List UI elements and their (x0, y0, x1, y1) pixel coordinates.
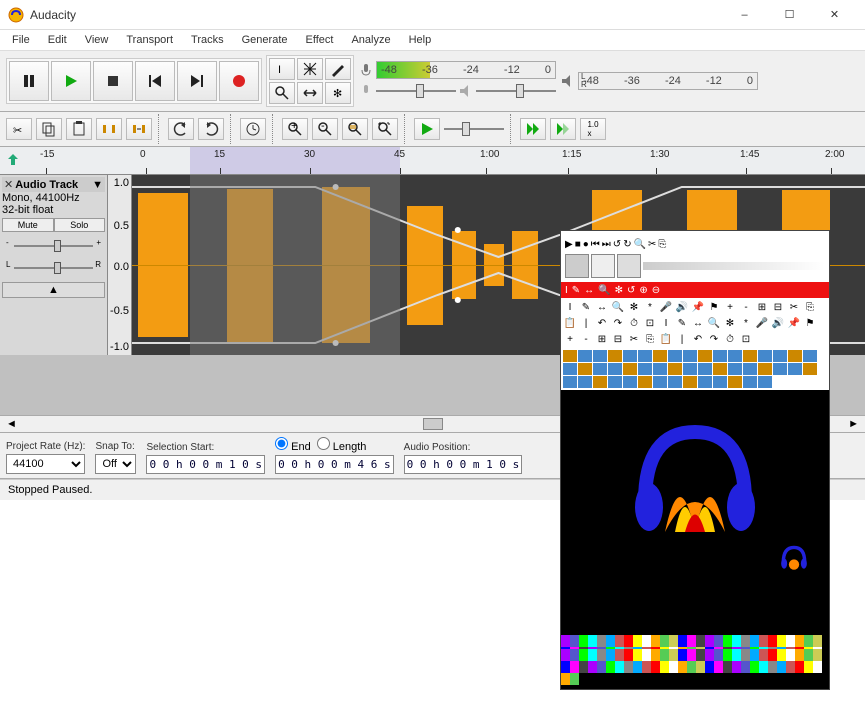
minimize-button[interactable]: – (722, 1, 767, 29)
draw-tool[interactable] (325, 58, 351, 80)
menu-transport[interactable]: Transport (118, 32, 181, 48)
gain-slider[interactable]: -+ (6, 238, 101, 254)
sync-lock-button[interactable] (240, 118, 266, 140)
timeline-ruler[interactable]: -1501530451:001:151:301:452:00 (0, 147, 865, 175)
play-meter[interactable]: L R -48-36-24-120 (578, 72, 758, 90)
mic-gain-slider[interactable] (376, 81, 456, 101)
output-gain-slider[interactable] (476, 81, 556, 101)
vertical-scale[interactable]: 1.0 0.5 0.0 -0.5 -1.0 (108, 175, 132, 355)
selection-start-value[interactable]: 0 0 h 0 0 m 1 0 s (146, 455, 265, 474)
menubar: File Edit View Transport Tracks Generate… (0, 30, 865, 50)
transport-toolbar (6, 58, 262, 104)
zoom-in-button[interactable]: + (282, 118, 308, 140)
speaker-meter-icon (560, 73, 576, 89)
cut-button[interactable]: ✂ (6, 118, 32, 140)
status-text: Stopped Paused. (8, 484, 92, 496)
mic-icon (358, 62, 374, 78)
record-button[interactable] (219, 61, 259, 101)
audacity-logo-large (625, 402, 765, 542)
end-radio[interactable]: End (275, 437, 311, 453)
skip-end-button[interactable] (177, 61, 217, 101)
project-rate-select[interactable]: 44100 (6, 454, 85, 474)
meters: L R -48-36-24-120 (358, 61, 556, 101)
pause-button[interactable] (9, 61, 49, 101)
skip-start-button[interactable] (135, 61, 175, 101)
timeshift-tool[interactable] (297, 82, 323, 104)
menu-analyze[interactable]: Analyze (343, 32, 398, 48)
zoom-fit-button[interactable] (372, 118, 398, 140)
stop-button[interactable] (93, 61, 133, 101)
snap-label: Snap To: (95, 441, 136, 452)
zoom-out-button[interactable]: - (312, 118, 338, 140)
audacity-icon (8, 7, 24, 23)
svg-text:+: + (291, 121, 297, 132)
play-region-button[interactable] (414, 118, 440, 140)
menu-file[interactable]: File (4, 32, 38, 48)
audio-position-label: Audio Position: (404, 442, 523, 453)
menu-effect[interactable]: Effect (298, 32, 342, 48)
play-append-button[interactable] (550, 118, 576, 140)
playback-speed-slider[interactable] (444, 119, 504, 139)
pan-slider[interactable]: LR (6, 260, 101, 276)
mute-button[interactable]: Mute (2, 218, 54, 232)
zoom-sel-button[interactable] (342, 118, 368, 140)
track-depth: 32-bit float (2, 204, 105, 216)
zoom-tool[interactable] (269, 82, 295, 104)
toolbar-row-2: ✂ + - 1.0x (0, 112, 865, 147)
track-menu-dropdown[interactable]: ▼ (92, 179, 103, 191)
menu-generate[interactable]: Generate (234, 32, 296, 48)
mic-gain-icon (358, 83, 374, 99)
speaker-icon (458, 83, 474, 99)
toolbar-row-1: I ✻ L R -48-36-24-120 L R -48-36-24-120 (0, 50, 865, 112)
tools-toolbar: I ✻ (266, 55, 354, 107)
titlebar: Audacity – ☐ ✕ (0, 0, 865, 30)
solo-button[interactable]: Solo (54, 218, 106, 232)
audio-position-value[interactable]: 0 0 h 0 0 m 1 0 s (404, 455, 523, 474)
collapse-button[interactable]: ▲ (2, 282, 105, 298)
project-rate-label: Project Rate (Hz): (6, 441, 85, 452)
app-title: Audacity (30, 8, 722, 22)
close-button[interactable]: ✕ (812, 1, 857, 29)
sprite-sheet-overlay[interactable]: ▶■●⏮⏭↺↻🔍✂⎘ I✎↔🔍✻↺⊕⊖ I✎↔🔍✻*🎤🔊📌⚑+ - ⊞⊟✂⎘📋|… (560, 230, 830, 690)
envelope-tool[interactable] (297, 58, 323, 80)
menu-tracks[interactable]: Tracks (183, 32, 232, 48)
silence-button[interactable] (126, 118, 152, 140)
undo-button[interactable] (168, 118, 194, 140)
speed-indicator[interactable]: 1.0x (580, 118, 606, 140)
menu-view[interactable]: View (77, 32, 117, 48)
svg-text:-: - (321, 121, 325, 132)
svg-text:✻: ✻ (333, 88, 342, 100)
audacity-logo-small (779, 541, 809, 571)
svg-text:✂: ✂ (13, 125, 22, 137)
track-close-button[interactable]: ✕ (4, 178, 13, 191)
selection-tool[interactable]: I (269, 58, 295, 80)
menu-help[interactable]: Help (401, 32, 440, 48)
svg-text:I: I (278, 64, 281, 76)
selection-end-value[interactable]: 0 0 h 0 0 m 4 6 s (275, 455, 394, 474)
play-cut-preview-button[interactable] (520, 118, 546, 140)
menu-edit[interactable]: Edit (40, 32, 75, 48)
track-control-panel: ✕ Audio Track ▼ Mono, 44100Hz 32-bit flo… (0, 175, 108, 355)
selection-start-label: Selection Start: (146, 442, 265, 453)
length-radio[interactable]: Length (317, 437, 367, 453)
maximize-button[interactable]: ☐ (767, 1, 812, 29)
paste-button[interactable] (66, 118, 92, 140)
record-meter[interactable]: L R -48-36-24-120 (376, 61, 556, 79)
multi-tool[interactable]: ✻ (325, 82, 351, 104)
track-name[interactable]: Audio Track (15, 179, 78, 191)
trim-button[interactable] (96, 118, 122, 140)
play-button[interactable] (51, 61, 91, 101)
copy-button[interactable] (36, 118, 62, 140)
overlay-red-toolbar: I✎↔🔍✻↺⊕⊖ (561, 282, 829, 298)
track-format: Mono, 44100Hz (2, 192, 105, 204)
snap-select[interactable]: Off (95, 454, 136, 474)
redo-button[interactable] (198, 118, 224, 140)
color-palette-2 (561, 649, 829, 685)
